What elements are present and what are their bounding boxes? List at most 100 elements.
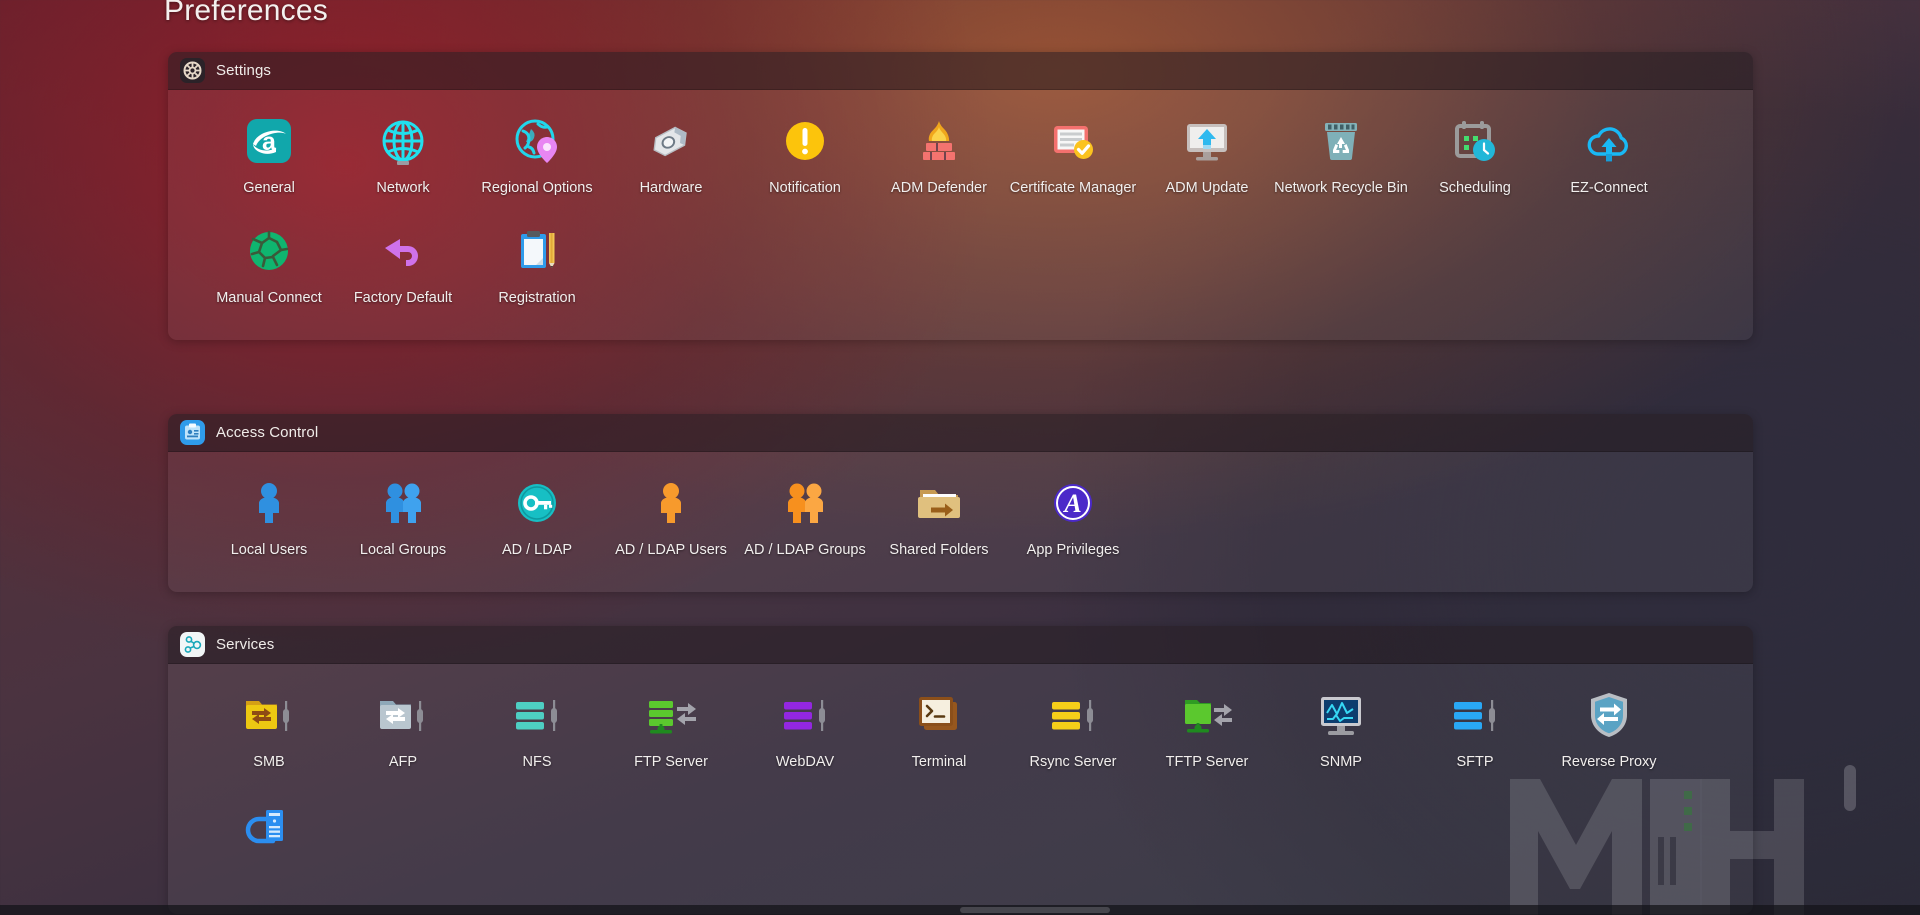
- settings-item-notification[interactable]: Notification: [738, 106, 872, 216]
- user-orange-icon: [640, 472, 702, 534]
- settings-label-regional-options: Regional Options: [481, 180, 593, 196]
- services-label-snmp: SNMP: [1320, 754, 1362, 770]
- settings-item-ez-connect[interactable]: EZ-Connect: [1542, 106, 1676, 216]
- services-node-icon: [180, 632, 205, 657]
- app-privileges-icon: A: [1042, 472, 1104, 534]
- services-label-nfs: NFS: [522, 754, 552, 770]
- access-item-shared-folders[interactable]: Shared Folders: [872, 468, 1006, 578]
- settings-item-adm-update[interactable]: ADM Update: [1140, 106, 1274, 216]
- server-green-exchange-icon: [640, 684, 702, 746]
- services-item-cloud-server[interactable]: [202, 790, 336, 900]
- settings-item-hardware[interactable]: Hardware: [604, 106, 738, 216]
- services-label-smb: SMB: [253, 754, 285, 770]
- settings-item-regional-options[interactable]: Regional Options: [470, 106, 604, 216]
- settings-label-scheduling: Scheduling: [1439, 180, 1511, 196]
- panel-title-access-control: Access Control: [216, 424, 319, 441]
- services-item-tftp-server[interactable]: TFTP Server: [1140, 680, 1274, 790]
- services-label-sftp: SFTP: [1456, 754, 1494, 770]
- scrollbar-thumb[interactable]: [960, 907, 1110, 913]
- globe-pin-icon: [506, 110, 568, 172]
- settings-label-network: Network: [376, 180, 430, 196]
- firewall-icon: [908, 110, 970, 172]
- access-label-ad-ldap: AD / LDAP: [501, 542, 573, 558]
- folder-arrow-icon: [908, 472, 970, 534]
- globe-icon: [372, 110, 434, 172]
- settings-label-adm-update: ADM Update: [1165, 180, 1249, 196]
- users-orange-icon: [774, 472, 836, 534]
- access-label-local-groups: Local Groups: [359, 542, 447, 558]
- settings-item-registration[interactable]: Registration: [470, 216, 604, 326]
- settings-label-ez-connect: EZ-Connect: [1570, 180, 1648, 196]
- access-control-icon-grid: Local Users Local Groups AD / LDAP AD / …: [168, 468, 1753, 578]
- monitor-chart-icon: [1310, 684, 1372, 746]
- services-item-rsync-server[interactable]: Rsync Server: [1006, 680, 1140, 790]
- adm-logo-icon: a: [238, 110, 300, 172]
- panel-access-control: Access Control Local Users Local Groups …: [168, 414, 1753, 592]
- cloud-upload-icon: [1578, 110, 1640, 172]
- access-item-local-users[interactable]: Local Users: [202, 468, 336, 578]
- cloud-server-icon: [238, 794, 300, 856]
- user-blue-icon: [238, 472, 300, 534]
- settings-item-network[interactable]: Network: [336, 106, 470, 216]
- settings-label-certificate-manager: Certificate Manager: [1009, 180, 1137, 196]
- calendar-clock-icon: [1444, 110, 1506, 172]
- access-label-app-privileges: App Privileges: [1026, 542, 1120, 558]
- services-item-nfs[interactable]: NFS: [470, 680, 604, 790]
- services-item-reverse-proxy[interactable]: Reverse Proxy: [1542, 680, 1676, 790]
- access-item-local-groups[interactable]: Local Groups: [336, 468, 470, 578]
- settings-item-network-recycle-bin[interactable]: Network Recycle Bin: [1274, 106, 1408, 216]
- id-badge-icon: [180, 420, 205, 445]
- services-label-webdav: WebDAV: [775, 754, 835, 770]
- horizontal-scrollbar[interactable]: [0, 905, 1920, 915]
- panel-title-settings: Settings: [216, 62, 271, 79]
- shield-exchange-icon: [1578, 684, 1640, 746]
- settings-item-scheduling[interactable]: Scheduling: [1408, 106, 1542, 216]
- settings-item-factory-default[interactable]: Factory Default: [336, 216, 470, 326]
- services-item-smb[interactable]: SMB: [202, 680, 336, 790]
- folder-green-exchange-icon: [1176, 684, 1238, 746]
- settings-item-general[interactable]: a General: [202, 106, 336, 216]
- access-label-ad-ldap-users: AD / LDAP Users: [615, 542, 727, 558]
- server-blue-icon: [1444, 684, 1506, 746]
- services-item-afp[interactable]: AFP: [336, 680, 470, 790]
- undo-arrow-icon: [372, 220, 434, 282]
- panel-services: Services SMB AFP NFS FTP Server WebDAV T…: [168, 626, 1753, 914]
- server-purple-icon: [774, 684, 836, 746]
- panel-title-services: Services: [216, 636, 275, 653]
- exclamation-circle-icon: [774, 110, 836, 172]
- preferences-page: Preferences Settings a General Network R…: [0, 0, 1920, 915]
- settings-label-general: General: [243, 180, 295, 196]
- access-label-shared-folders: Shared Folders: [889, 542, 989, 558]
- clipboard-pencil-icon: [506, 220, 568, 282]
- services-item-webdav[interactable]: WebDAV: [738, 680, 872, 790]
- settings-label-hardware: Hardware: [639, 180, 703, 196]
- key-circle-icon: [506, 472, 568, 534]
- nut-bolt-icon: [640, 110, 702, 172]
- panel-header-access-control: Access Control: [168, 414, 1753, 452]
- svg-text:a: a: [262, 128, 277, 156]
- services-item-ftp-server[interactable]: FTP Server: [604, 680, 738, 790]
- server-yellow-icon: [1042, 684, 1104, 746]
- access-item-app-privileges[interactable]: A App Privileges: [1006, 468, 1140, 578]
- settings-item-adm-defender[interactable]: ADM Defender: [872, 106, 1006, 216]
- access-item-ad-ldap-users[interactable]: AD / LDAP Users: [604, 468, 738, 578]
- services-item-sftp[interactable]: SFTP: [1408, 680, 1542, 790]
- settings-icon-grid: a General Network Regional Options Hardw…: [168, 106, 1753, 326]
- settings-item-certificate-manager[interactable]: Certificate Manager: [1006, 106, 1140, 216]
- settings-label-manual-connect: Manual Connect: [216, 290, 322, 306]
- panel-header-settings: Settings: [168, 52, 1753, 90]
- green-globe-icon: [238, 220, 300, 282]
- settings-item-manual-connect[interactable]: Manual Connect: [202, 216, 336, 326]
- services-label-afp: AFP: [388, 754, 418, 770]
- services-label-ftp-server: FTP Server: [634, 754, 708, 770]
- access-item-ad-ldap[interactable]: AD / LDAP: [470, 468, 604, 578]
- access-item-ad-ldap-groups[interactable]: AD / LDAP Groups: [738, 468, 872, 578]
- services-label-reverse-proxy: Reverse Proxy: [1561, 754, 1657, 770]
- settings-label-adm-defender: ADM Defender: [891, 180, 987, 196]
- monitor-upload-icon: [1176, 110, 1238, 172]
- services-icon-grid: SMB AFP NFS FTP Server WebDAV Terminal R…: [168, 680, 1753, 900]
- settings-label-network-recycle-bin: Network Recycle Bin: [1274, 180, 1408, 196]
- services-label-terminal: Terminal: [911, 754, 967, 770]
- services-item-snmp[interactable]: SNMP: [1274, 680, 1408, 790]
- services-item-terminal[interactable]: Terminal: [872, 680, 1006, 790]
